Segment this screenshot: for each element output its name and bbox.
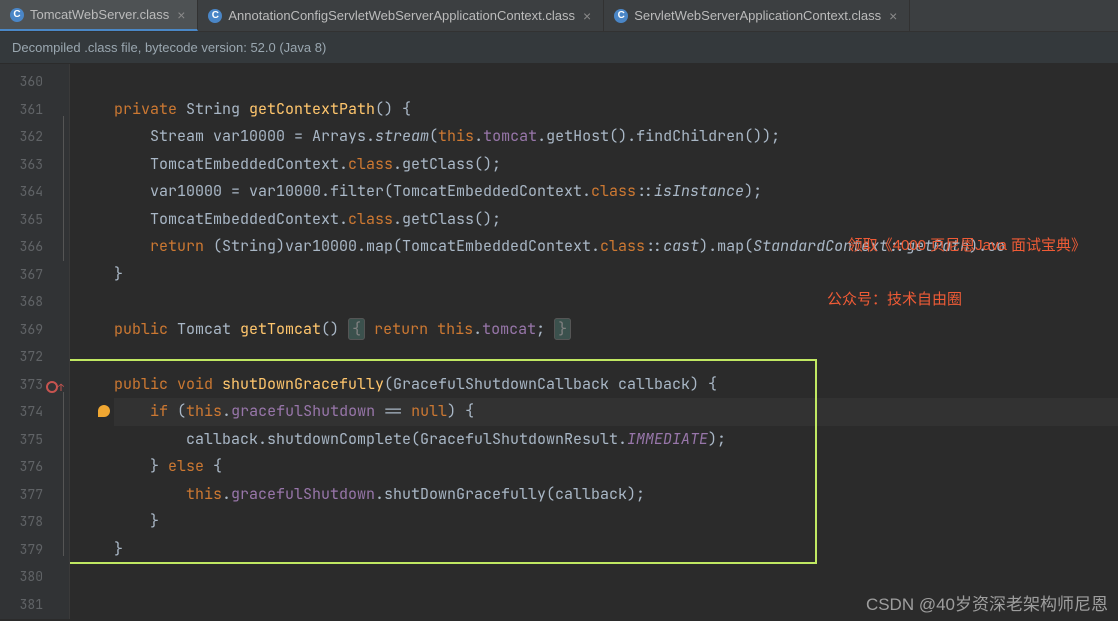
line-number: 374 (0, 398, 69, 426)
folded-region[interactable]: { (348, 318, 365, 340)
code-line: public void shutDownGracefully(GracefulS… (114, 371, 1118, 399)
code-line: } (114, 536, 1118, 564)
line-number: 364 (0, 178, 69, 206)
code-area[interactable]: private String getContextPath() { Stream… (70, 64, 1118, 619)
gutter: 360 361 362 363 364 365 366 367 368 369 … (0, 64, 70, 619)
close-icon[interactable]: × (581, 8, 593, 24)
line-number: 377 (0, 481, 69, 509)
tab-servletwebserver[interactable]: C ServletWebServerApplicationContext.cla… (604, 0, 910, 31)
code-line: } (114, 508, 1118, 536)
close-icon[interactable]: × (887, 8, 899, 24)
watermark-text: 公众号：技术自由圈 (827, 288, 962, 309)
line-number: 369 (0, 316, 69, 344)
folded-region[interactable]: } (554, 318, 571, 340)
line-number: 360 (0, 68, 69, 96)
line-number: 362 (0, 123, 69, 151)
decompiled-banner: Decompiled .class file, bytecode version… (0, 32, 1118, 64)
line-number: 380 (0, 563, 69, 591)
code-line (114, 563, 1118, 591)
line-number: 379 (0, 536, 69, 564)
intention-bulb-icon[interactable] (98, 405, 110, 417)
class-file-icon: C (614, 9, 628, 23)
code-line: callback.shutdownComplete(GracefulShutdo… (114, 426, 1118, 454)
fold-region-line (63, 116, 64, 261)
tab-label: ServletWebServerApplicationContext.class (634, 8, 881, 23)
code-line: public Tomcat getTomcat() { return this.… (114, 316, 1118, 344)
csdn-watermark: CSDN @40岁资深老架构师尼恩 (866, 590, 1108, 615)
code-line (114, 343, 1118, 371)
code-line: this.gracefulShutdown.shutDownGracefully… (114, 481, 1118, 509)
line-number: 361 (0, 96, 69, 124)
code-line (114, 68, 1118, 96)
line-number: 365 (0, 206, 69, 234)
tab-label: AnnotationConfigServletWebServerApplicat… (228, 8, 575, 23)
line-number: 363 (0, 151, 69, 179)
code-line: TomcatEmbeddedContext.class.getClass(); (114, 151, 1118, 179)
override-marker-icon[interactable] (46, 381, 58, 393)
line-number: 368 (0, 288, 69, 316)
class-file-icon: C (208, 9, 222, 23)
code-line: TomcatEmbeddedContext.class.getClass(); (114, 206, 1118, 234)
tab-annotationconfig[interactable]: C AnnotationConfigServletWebServerApplic… (198, 0, 604, 31)
line-number: 372 (0, 343, 69, 371)
line-number: 367 (0, 261, 69, 289)
code-line: } (114, 261, 1118, 289)
code-line: var10000 = var10000.filter(TomcatEmbedde… (114, 178, 1118, 206)
tab-tomcatwebserver[interactable]: C TomcatWebServer.class × (0, 0, 198, 31)
line-number: 366 (0, 233, 69, 261)
code-line (114, 288, 1118, 316)
line-number: 381 (0, 591, 69, 619)
line-number: 378 (0, 508, 69, 536)
tab-label: TomcatWebServer.class (30, 7, 169, 22)
code-line: if (this.gracefulShutdown == null) { (114, 398, 1118, 426)
code-line: private String getContextPath() { (114, 96, 1118, 124)
editor-tab-bar: C TomcatWebServer.class × C AnnotationCo… (0, 0, 1118, 32)
line-number: 375 (0, 426, 69, 454)
fold-region-line (63, 392, 64, 556)
class-file-icon: C (10, 8, 24, 22)
code-editor[interactable]: 360 361 362 363 364 365 366 367 368 369 … (0, 64, 1118, 619)
code-line: Stream var10000 = Arrays.stream(this.tom… (114, 123, 1118, 151)
watermark-text: 领取《4000 页尼恩Java 面试宝典》 (848, 234, 1086, 255)
code-line: } else { (114, 453, 1118, 481)
close-icon[interactable]: × (175, 7, 187, 23)
line-number: 376 (0, 453, 69, 481)
